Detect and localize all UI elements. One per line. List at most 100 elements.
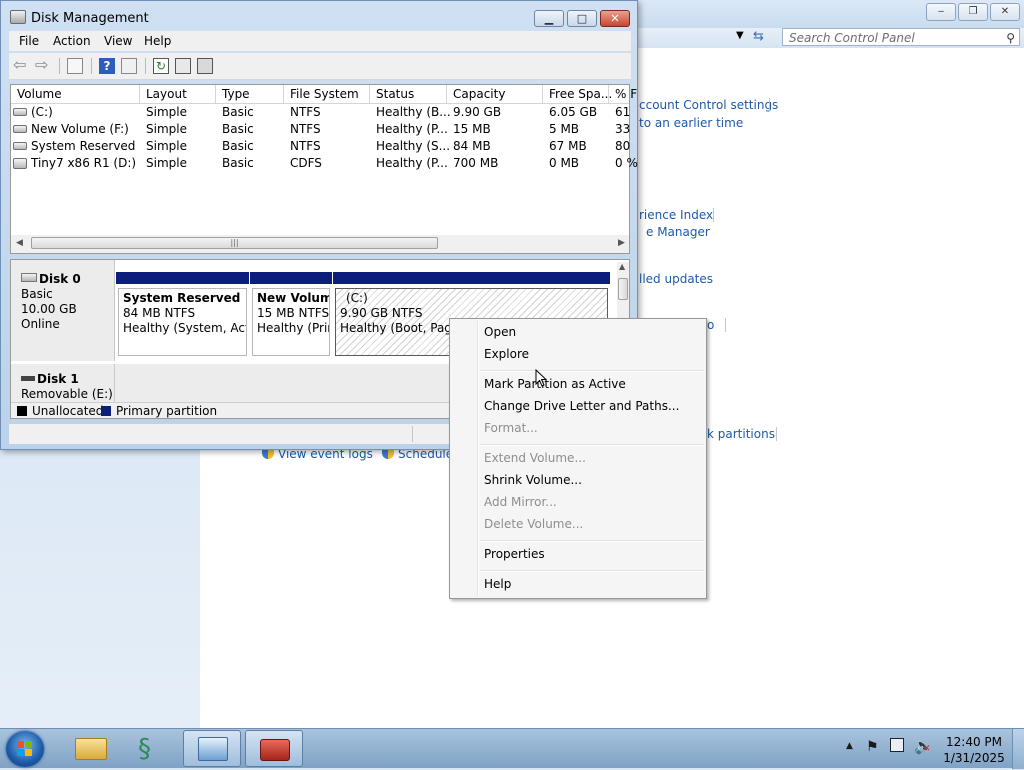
disk0-info[interactable]: Disk 0 Basic 10.00 GB Online <box>11 260 115 361</box>
table-row[interactable]: New Volume (F:) Simple Basic NTFS Health… <box>11 121 630 138</box>
col-layout[interactable]: Layout <box>146 87 187 101</box>
partition-body: System Reserved 84 MB NTFS Healthy (Syst… <box>118 288 247 356</box>
menu-item-explore[interactable]: Explore <box>484 347 529 361</box>
cp-link-device-manager[interactable]: e Manager <box>646 225 710 239</box>
disk-properties-icon[interactable] <box>197 58 213 74</box>
column-divider[interactable] <box>215 85 216 103</box>
cell-percent-free: 80 <box>615 139 631 153</box>
scrollbar-thumb[interactable] <box>618 278 628 300</box>
scroll-left-icon[interactable]: ◀ <box>16 238 23 248</box>
link-separator <box>725 318 726 332</box>
cell-filesystem: CDFS <box>290 156 322 170</box>
show-desktop-button[interactable] <box>1012 729 1024 769</box>
refresh-icon[interactable]: ↻ <box>153 58 169 74</box>
action-center-flag-icon[interactable]: ⚑ <box>866 739 879 755</box>
menu-item-shrink-volume[interactable]: Shrink Volume... <box>484 473 582 487</box>
menu-item-change-drive-letter[interactable]: Change Drive Letter and Paths... <box>484 399 679 413</box>
menu-separator <box>480 540 704 542</box>
partition-system-reserved[interactable]: System Reserved 84 MB NTFS Healthy (Syst… <box>116 272 249 358</box>
windows-logo-icon <box>17 741 32 756</box>
address-dropdown-icon[interactable]: ▼ <box>736 30 744 41</box>
clock[interactable]: 12:40 PM 1/31/2025 <box>930 734 1018 766</box>
column-divider[interactable] <box>446 85 447 103</box>
menu-item-open[interactable]: Open <box>484 325 516 339</box>
cp-link-installed-updates[interactable]: lled updates <box>639 272 713 286</box>
close-button[interactable]: ✕ <box>600 10 630 27</box>
folder-icon <box>75 738 107 760</box>
back-arrow-icon[interactable]: ⇦ <box>13 57 29 74</box>
column-divider[interactable] <box>608 85 609 103</box>
link-separator <box>776 427 777 441</box>
toolbox-icon <box>260 739 290 761</box>
cp-link-uac[interactable]: ccount Control settings <box>639 98 778 112</box>
cp-close-button[interactable]: ✕ <box>990 3 1020 21</box>
properties-pane-icon[interactable] <box>121 58 137 74</box>
cp-link-partial[interactable]: o <box>707 318 714 332</box>
scrollbar-thumb[interactable]: ||| <box>31 237 438 249</box>
search-icon[interactable]: ⚲ <box>1006 29 1015 47</box>
column-divider[interactable] <box>283 85 284 103</box>
cp-link-experience-index[interactable]: rience Index <box>639 208 713 222</box>
window-title: Disk Management <box>31 11 149 26</box>
disk0-type: Basic <box>21 287 53 301</box>
minimize-button[interactable]: ▁ <box>534 10 564 27</box>
menu-item-extend-volume: Extend Volume... <box>484 451 586 465</box>
cp-link-disk-partitions[interactable]: k partitions <box>707 427 775 441</box>
legend-unallocated: Unallocated <box>32 404 104 418</box>
cell-capacity: 15 MB <box>453 122 491 136</box>
partition-size: 15 MB NTFS <box>257 306 330 320</box>
col-capacity[interactable]: Capacity <box>453 87 505 101</box>
scroll-right-icon[interactable]: ▶ <box>618 238 625 248</box>
taskbar-control-panel[interactable] <box>183 730 241 767</box>
clock-date: 1/31/2025 <box>943 751 1005 765</box>
column-divider[interactable] <box>369 85 370 103</box>
col-filesystem[interactable]: File System <box>290 87 359 101</box>
cell-filesystem: NTFS <box>290 122 321 136</box>
scroll-up-icon[interactable]: ▲ <box>619 262 625 271</box>
network-icon[interactable] <box>890 738 904 752</box>
col-volume[interactable]: Volume <box>17 87 62 101</box>
menu-help[interactable]: Help <box>144 34 171 48</box>
removable-disk-icon <box>21 376 35 381</box>
column-divider[interactable] <box>542 85 543 103</box>
taskbar-explorer[interactable] <box>62 730 120 767</box>
cp-minimize-button[interactable]: ‒ <box>926 3 956 21</box>
menu-file[interactable]: File <box>19 34 39 48</box>
cp-link-restore[interactable]: to an earlier time <box>639 116 743 130</box>
vertical-scrollbar[interactable]: ▲ <box>617 262 629 320</box>
start-button[interactable] <box>6 731 44 767</box>
col-type[interactable]: Type <box>222 87 250 101</box>
horizontal-scrollbar[interactable]: ◀ ||| ▶ <box>11 235 629 253</box>
col-status[interactable]: Status <box>376 87 414 101</box>
forward-arrow-icon[interactable]: ⇨ <box>35 57 51 74</box>
col-percent-free[interactable]: % F <box>615 87 637 101</box>
console-tree-icon[interactable] <box>67 58 83 74</box>
partition-size: 84 MB NTFS <box>123 306 196 320</box>
menu-view[interactable]: View <box>104 34 132 48</box>
partition-new-volume[interactable]: New Volum 15 MB NTFS Healthy (Prir <box>250 272 332 358</box>
taskbar-app-seahorse[interactable]: § <box>122 730 180 767</box>
refresh-icon[interactable]: ⇆ <box>753 29 764 44</box>
cell-volume: Tiny7 x86 R1 (D:) <box>31 156 137 170</box>
table-row[interactable]: (C:) Simple Basic NTFS Healthy (B... 9.9… <box>11 104 630 121</box>
col-free-space[interactable]: Free Spa... <box>549 87 612 101</box>
taskbar: § ▲ ⚑ 🔈 ✕ 12:40 PM 1/31/2025 <box>0 728 1024 769</box>
help-icon[interactable]: ? <box>99 58 115 74</box>
menu-item-mark-active[interactable]: Mark Partition as Active <box>484 377 626 391</box>
menu-action[interactable]: Action <box>53 34 91 48</box>
taskbar-computer-management[interactable] <box>245 730 303 767</box>
rescan-disks-icon[interactable] <box>175 58 191 74</box>
table-row[interactable]: Tiny7 x86 R1 (D:) Simple Basic CDFS Heal… <box>11 155 638 172</box>
menu-item-properties[interactable]: Properties <box>484 547 545 561</box>
table-row[interactable]: System Reserved Simple Basic NTFS Health… <box>11 138 631 155</box>
cp-restore-button[interactable]: ❐ <box>958 3 988 21</box>
show-hidden-icons-icon[interactable]: ▲ <box>846 741 853 751</box>
disk1-info[interactable]: Disk 1 Removable (E:) <box>11 364 115 404</box>
maximize-button[interactable]: □ <box>567 10 597 27</box>
column-divider[interactable] <box>139 85 140 103</box>
cp-search-input[interactable]: Search Control Panel ⚲ <box>782 28 1020 46</box>
partition-name: (C:) <box>346 291 368 305</box>
cell-status: Healthy (S... <box>376 139 451 153</box>
menu-item-help[interactable]: Help <box>484 577 511 591</box>
cell-type: Basic <box>222 122 254 136</box>
